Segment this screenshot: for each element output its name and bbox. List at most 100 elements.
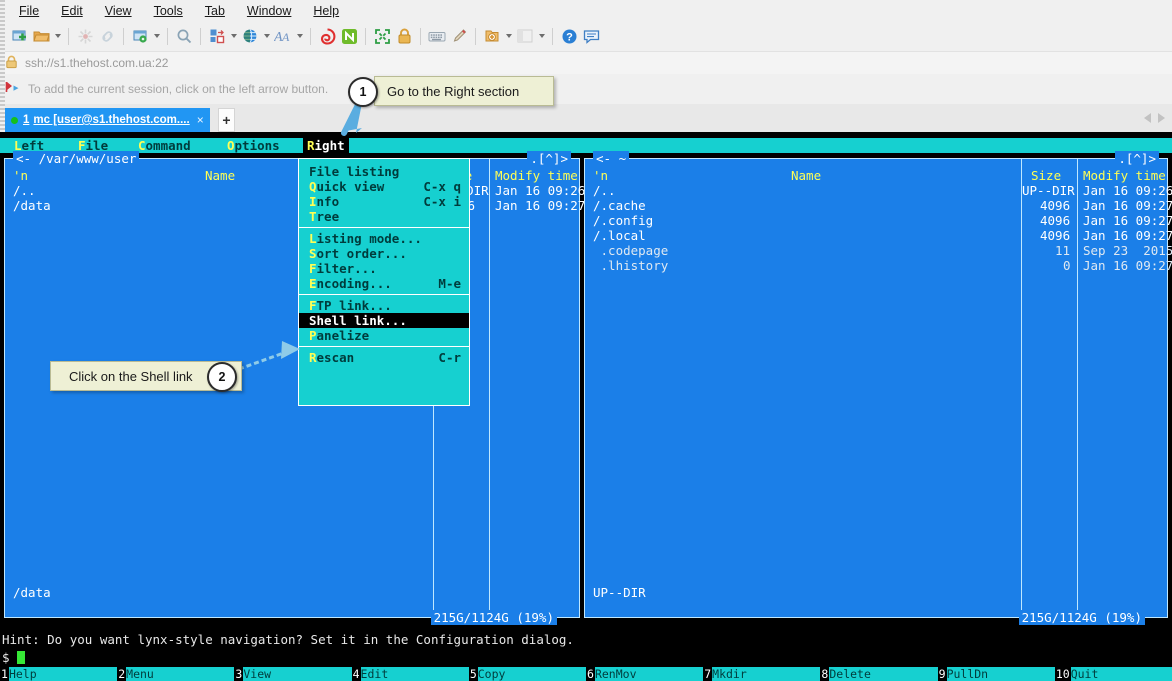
fkey-4[interactable]: 4 Edit [351,666,469,681]
menu-window-label: Window [246,4,292,18]
menu-item-ftp-link[interactable]: FTP link... [299,298,469,313]
tab-index: 1 [23,114,30,126]
keyboard-icon[interactable] [426,25,448,47]
right-header-name-mark[interactable]: 'n [593,168,608,183]
font-dropdown-arrow[interactable] [294,25,305,47]
callout-1-text: Go to the Right section [387,83,520,99]
putty-icon[interactable] [316,25,338,47]
tab-scroll-left-icon[interactable] [1144,113,1151,123]
add-file-dropdown-arrow[interactable] [503,25,514,47]
menu-tab[interactable]: Tab [194,0,236,22]
menu-file[interactable]: File [8,0,50,22]
toolbar-separator [123,27,124,45]
mc-right-dropdown-menu[interactable]: File listing Quick view C-x q Info C-x i T… [298,158,470,406]
menu-view-label: View [104,4,132,18]
font-icon[interactable]: AA [272,25,294,47]
right-row-3-size: 4096 [1040,228,1071,243]
fkey-3[interactable]: 3 View [234,666,352,681]
layout-dropdown-arrow[interactable] [536,25,547,47]
tab-scroll-right-icon[interactable] [1158,113,1165,123]
new-tab-button[interactable]: + [218,108,235,132]
search-icon[interactable] [173,25,195,47]
mc-menu-command-rest: ommand [145,138,191,153]
right-panel-time-divider [1077,159,1078,617]
fullscreen-icon[interactable] [371,25,393,47]
mc-right-panel[interactable]: <- ~ .[^]> 'n Name Size Modify time /.. … [584,151,1172,625]
right-row-5-size: 0 [1063,258,1071,273]
n-logo-icon[interactable] [338,25,360,47]
pen-icon[interactable] [448,25,470,47]
session-settings-icon[interactable] [129,25,151,47]
left-panel-time-divider [489,159,490,617]
left-header-time[interactable]: Modify time [495,168,578,183]
session-settings-dropdown-arrow[interactable] [151,25,162,47]
open-folder-dropdown-arrow[interactable] [52,25,63,47]
left-header-name-mark[interactable]: 'n [13,168,28,183]
menu-item-listing-mode[interactable]: Listing mode... [299,231,469,246]
fkey-2[interactable]: 2 Menu [117,666,235,681]
mc-menu-command[interactable]: Command [138,138,191,153]
globe-icon[interactable] [239,25,261,47]
menu-item-quick-view[interactable]: Quick view C-x q [299,179,469,194]
menu-item-info[interactable]: Info C-x i [299,194,469,209]
menu-window[interactable]: Window [236,0,302,22]
fkey-9[interactable]: 9 PullDn [937,666,1055,681]
callout-1: Go to the Right section [374,76,554,106]
fkey-7[interactable]: 7 Mkdir [703,666,821,681]
right-header-time[interactable]: Modify time [1083,168,1166,183]
tab-close-icon[interactable]: × [197,113,204,127]
menu-item-sort-order[interactable]: Sort order... [299,246,469,261]
fkey-7-number: 7 [703,666,713,681]
open-folder-icon[interactable] [30,25,52,47]
add-session-arrow-icon[interactable] [5,80,21,99]
globe-dropdown-arrow[interactable] [261,25,272,47]
fkey-10[interactable]: 10 Quit [1054,666,1172,681]
right-header-size[interactable]: Size [1031,168,1061,183]
new-session-icon[interactable] [8,25,30,47]
fkey-5[interactable]: 5 Copy [468,666,587,681]
lock-icon[interactable] [393,25,415,47]
tab-scroll-nav [1144,113,1165,123]
menu-edit[interactable]: Edit [50,0,94,22]
menu-item-listing-mode-rest: isting mode... [316,231,422,246]
fkey-6-label: RenMov [594,667,704,681]
mc-menu-options-hotkey: O [227,138,235,153]
menu-help[interactable]: Help [302,0,350,22]
fkey-1[interactable]: 1 Help [0,666,118,681]
mc-menu-right[interactable]: Right [303,138,349,153]
right-header-name[interactable]: Name [791,168,821,183]
menu-item-shell-link[interactable]: Shell link... [299,313,469,328]
menu-item-quick-view-hotkey: Q [309,179,317,194]
menu-view[interactable]: View [94,0,143,22]
menu-item-rescan-shortcut: C-r [438,350,461,365]
menu-item-tree[interactable]: Tree [299,209,469,224]
menu-item-file-listing[interactable]: File listing [299,164,469,179]
fkey-6[interactable]: 6 RenMov [586,666,704,681]
menu-tools[interactable]: Tools [143,0,194,22]
menu-item-tree-rest: ree [316,209,340,224]
right-row-3-time: Jan 16 09:27 [1083,228,1172,243]
svg-text:?: ? [566,31,573,43]
toolbar-separator [167,27,168,45]
menu-item-info-hotkey: I [309,194,317,209]
add-file-icon[interactable] [481,25,503,47]
fkey-8[interactable]: 8 Delete [820,666,938,681]
mc-shell-prompt[interactable]: $ [2,650,26,665]
transfer-icon[interactable] [206,25,228,47]
menu-item-panelize[interactable]: Panelize [299,328,469,343]
left-panel-corner: .[^]> [527,151,571,166]
mc-menu-options[interactable]: Options [227,138,280,153]
session-hint-bar: To add the current session, click on the… [5,74,1172,104]
transfer-dropdown-arrow[interactable] [228,25,239,47]
toolbar-separator [552,27,553,45]
svg-text:A: A [281,30,290,44]
menu-item-encoding[interactable]: Encoding... M-e [299,276,469,291]
comment-icon[interactable] [580,25,602,47]
left-header-name[interactable]: Name [205,168,235,183]
url-bar[interactable]: ssh://s1.thehost.com.ua:22 [5,51,1172,74]
menu-item-filter[interactable]: Filter... [299,261,469,276]
tab-mc-session[interactable]: 1 mc [user@s1.thehost.com.... × [5,108,210,132]
left-row-0-name: /.. [13,183,36,198]
menu-item-rescan[interactable]: Rescan C-r [299,350,469,365]
help-icon[interactable]: ? [558,25,580,47]
